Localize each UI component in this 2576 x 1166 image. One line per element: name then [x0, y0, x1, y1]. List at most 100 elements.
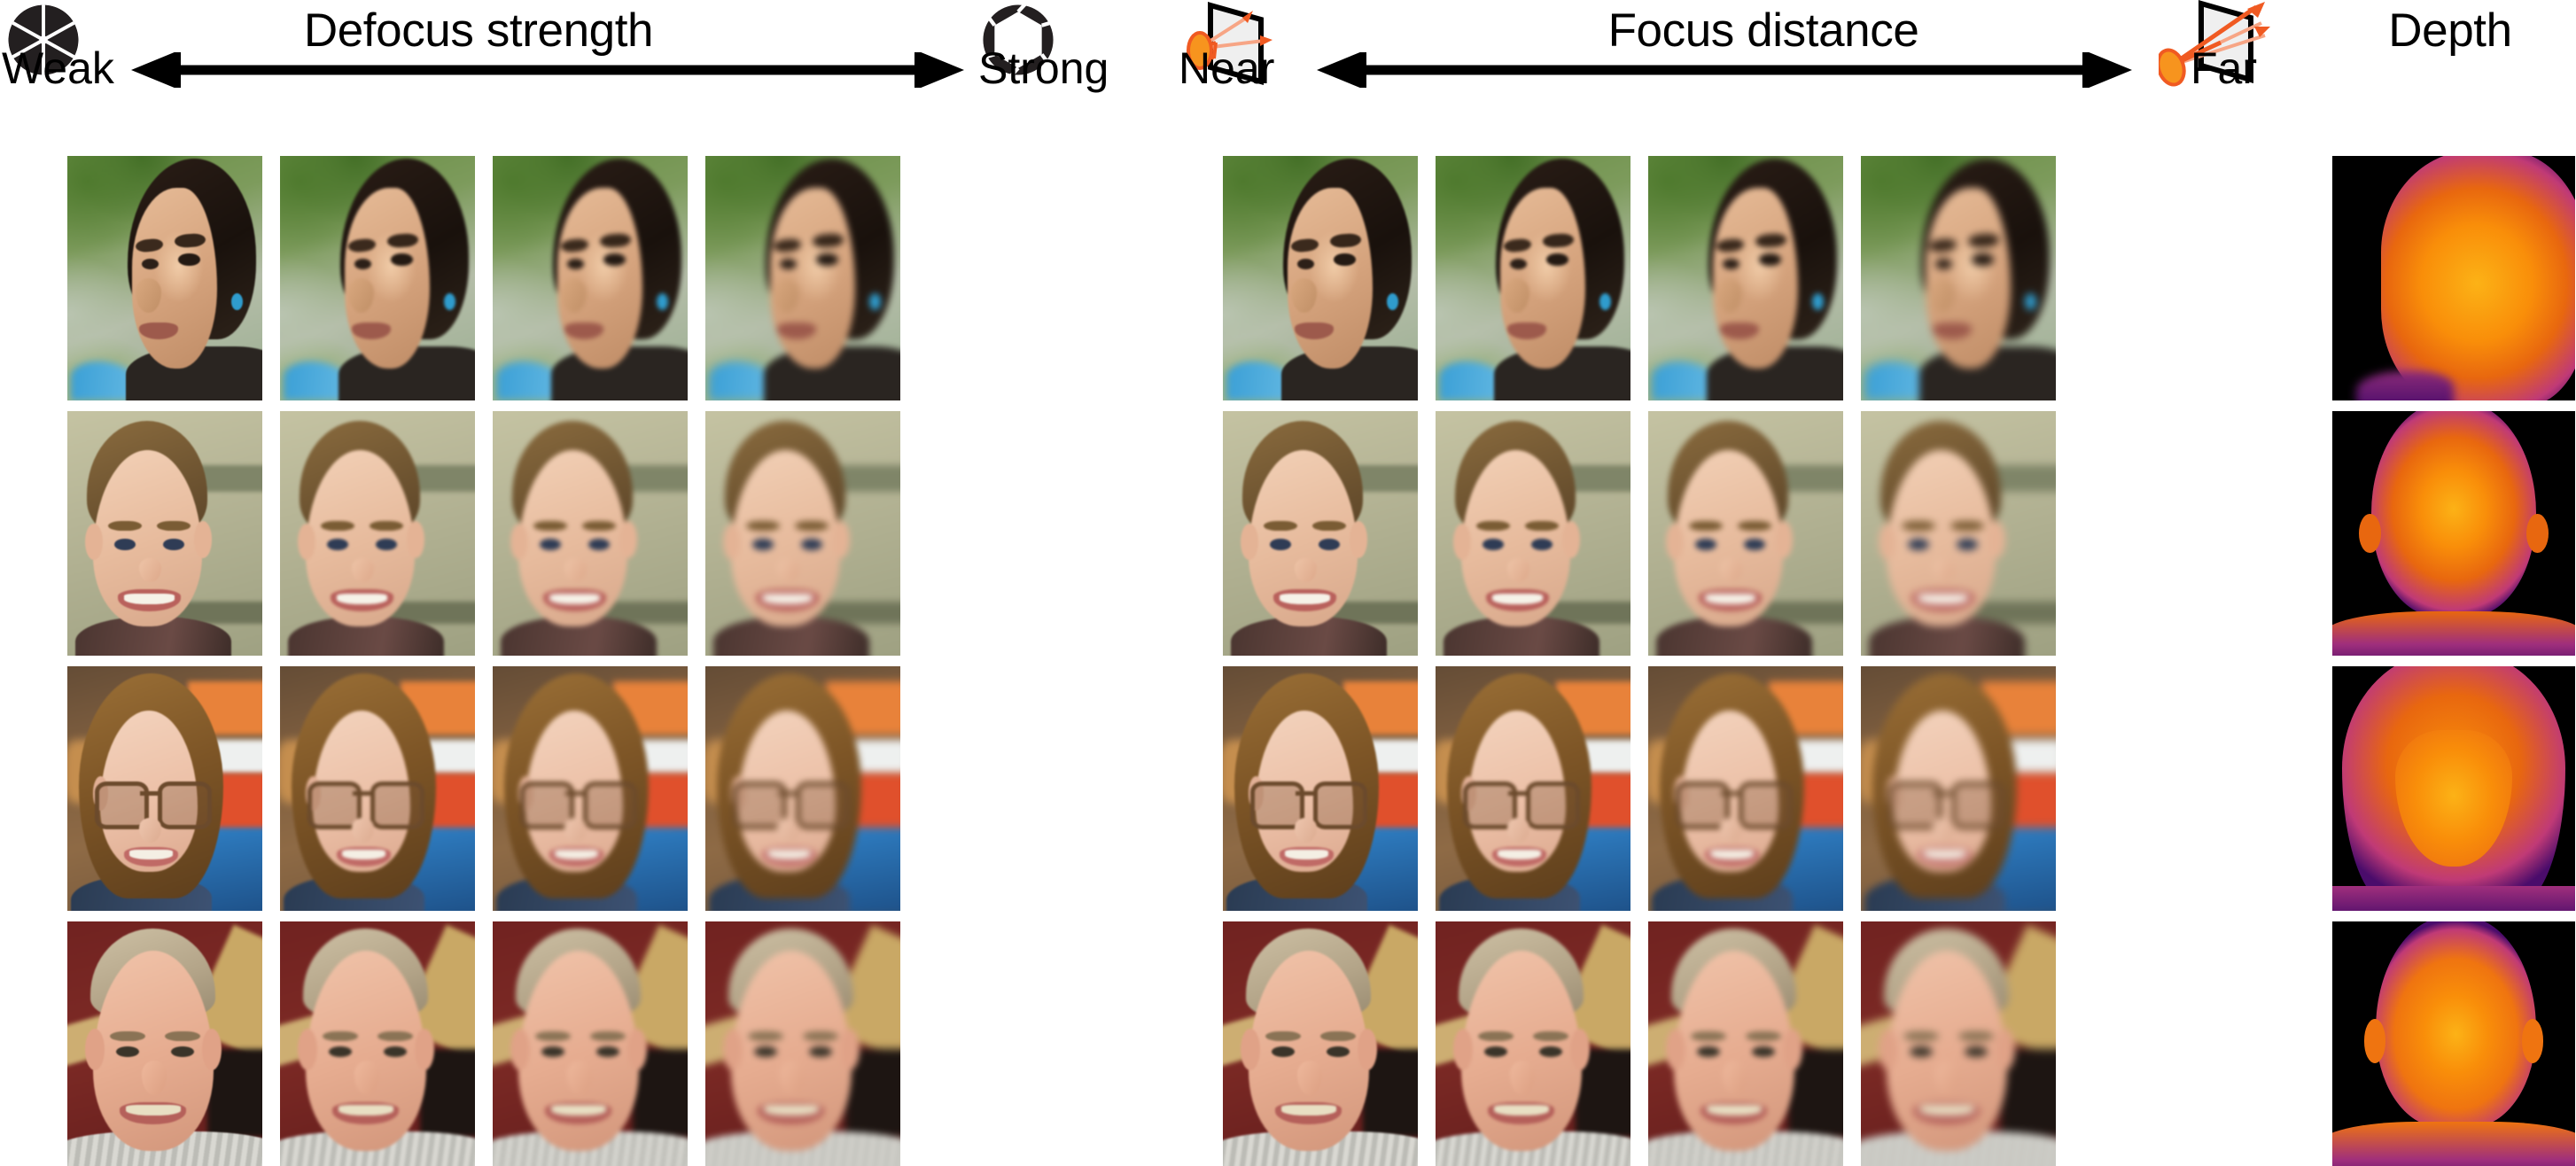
focus-cell-r4-c3[interactable]	[1648, 921, 1843, 1166]
depth-cell-r1[interactable]	[2332, 156, 2575, 400]
defocus-cell-r3-c1[interactable]	[67, 666, 262, 911]
photo-woman-with-glasses-focus-4	[1861, 666, 2056, 911]
focus-cell-r3-c3[interactable]	[1648, 666, 1843, 911]
nose	[1716, 278, 1742, 313]
defocus-cell-r2-c1[interactable]	[67, 411, 262, 656]
focus-cell-r1-c1[interactable]	[1223, 156, 1418, 400]
depth-cell-r2[interactable]	[2332, 411, 2575, 656]
ear-right	[201, 1029, 222, 1071]
depth-cell-r4[interactable]	[2332, 921, 2575, 1166]
blur-layer	[1648, 156, 1843, 400]
glasses-bridge	[1933, 791, 1953, 797]
photo-man-smiling-defocus-2	[280, 921, 475, 1166]
blur-layer	[1861, 156, 2056, 400]
ear-left	[1665, 1029, 1685, 1071]
defocus-cell-r3-c2[interactable]	[280, 666, 475, 911]
focus-cell-r3-c2[interactable]	[1436, 666, 1630, 911]
defocus-cell-r2-c3[interactable]	[493, 411, 688, 656]
photo-boy-smiling-focus-2	[1436, 411, 1630, 656]
focus-cell-r1-c4[interactable]	[1861, 156, 2056, 400]
photo-man-smiling-focus-2	[1436, 921, 1630, 1166]
eye-right	[603, 253, 626, 267]
defocus-left-label: Weak	[2, 43, 114, 93]
depth-shoulder	[2356, 370, 2454, 400]
ear-left	[1240, 523, 1258, 561]
focus-cell-r2-c1[interactable]	[1223, 411, 1418, 656]
focus-cell-r4-c4[interactable]	[1861, 921, 2056, 1166]
photo-boy-smiling-focus-4	[1861, 411, 2056, 656]
eyebrow-left	[535, 1031, 571, 1042]
earring	[1386, 292, 1398, 310]
defocus-cell-r3-c3[interactable]	[493, 666, 688, 911]
glasses-lens-right	[370, 781, 425, 829]
focus-cell-r2-c2[interactable]	[1436, 411, 1630, 656]
eye-right	[1326, 1046, 1350, 1058]
defocus-cell-r1-c4[interactable]	[705, 156, 900, 400]
eyebrow-right	[1533, 1031, 1568, 1042]
photo-man-smiling-defocus-4	[705, 921, 900, 1166]
photo-woman-with-glasses-focus-3	[1648, 666, 1843, 911]
earring	[1811, 292, 1824, 310]
depth-cell-r3[interactable]	[2332, 666, 2575, 911]
focus-cell-r4-c2[interactable]	[1436, 921, 1630, 1166]
photo-boy-smiling-defocus-2	[280, 411, 475, 656]
focus-cell-r3-c4[interactable]	[1861, 666, 2056, 911]
blur-layer	[1861, 411, 2056, 656]
photo-man-smiling-focus-3	[1648, 921, 1843, 1166]
eye-right	[162, 538, 184, 551]
eye-right	[178, 253, 200, 267]
depth-shoulders	[2332, 611, 2575, 656]
depth-map-boy-smiling	[2332, 411, 2575, 656]
eyebrow-left	[746, 521, 780, 532]
nose	[1291, 278, 1317, 313]
teeth	[1710, 850, 1754, 860]
focus-cell-r3-c1[interactable]	[1223, 666, 1418, 911]
depth-shoulders	[2332, 1122, 2575, 1166]
focus-cell-r1-c2[interactable]	[1436, 156, 1630, 400]
eyebrow-right	[157, 521, 191, 532]
nose	[352, 818, 374, 843]
photo-woman-with-glasses-focus-1	[1223, 666, 1418, 911]
glasses	[519, 781, 638, 829]
teeth	[1285, 850, 1328, 860]
blur-layer	[493, 156, 688, 400]
nose	[136, 278, 161, 313]
teeth	[1498, 850, 1541, 860]
defocus-cell-r2-c4[interactable]	[705, 411, 900, 656]
defocus-cell-r2-c2[interactable]	[280, 411, 475, 656]
defocus-cell-r1-c2[interactable]	[280, 156, 475, 400]
defocus-cell-r1-c1[interactable]	[67, 156, 262, 400]
focus-cell-r2-c4[interactable]	[1861, 411, 2056, 656]
depth-ear-right	[2526, 513, 2549, 554]
eye-right	[1751, 1046, 1775, 1058]
blur-layer	[280, 921, 475, 1166]
glasses-lens-right	[158, 781, 213, 829]
teeth	[761, 593, 813, 605]
eye-right	[391, 253, 413, 267]
earring	[230, 292, 243, 310]
defocus-cell-r3-c4[interactable]	[705, 666, 900, 911]
glasses-bridge	[777, 791, 798, 797]
focus-cell-r1-c3[interactable]	[1648, 156, 1843, 400]
defocus-cell-r4-c2[interactable]	[280, 921, 475, 1166]
earring	[1599, 292, 1611, 310]
glasses-lens-right	[796, 781, 851, 829]
eyebrow-right	[590, 1031, 626, 1042]
nose	[777, 818, 799, 843]
teeth	[1279, 593, 1330, 605]
focus-cell-r2-c3[interactable]	[1648, 411, 1843, 656]
defocus-cell-r4-c3[interactable]	[493, 921, 688, 1166]
ear-left	[1452, 523, 1471, 561]
glasses-bridge	[139, 791, 160, 797]
focus-cell-r4-c1[interactable]	[1223, 921, 1418, 1166]
eye-right	[588, 538, 610, 551]
defocus-cell-r1-c3[interactable]	[493, 156, 688, 400]
eye-right	[808, 1046, 832, 1058]
blur-layer	[67, 666, 262, 911]
teeth	[339, 1105, 393, 1116]
eye-right	[1956, 538, 1978, 551]
defocus-cell-r4-c4[interactable]	[705, 921, 900, 1166]
photo-woman-with-glasses-defocus-4	[705, 666, 900, 911]
blur-layer	[1648, 411, 1843, 656]
defocus-cell-r4-c1[interactable]	[67, 921, 262, 1166]
